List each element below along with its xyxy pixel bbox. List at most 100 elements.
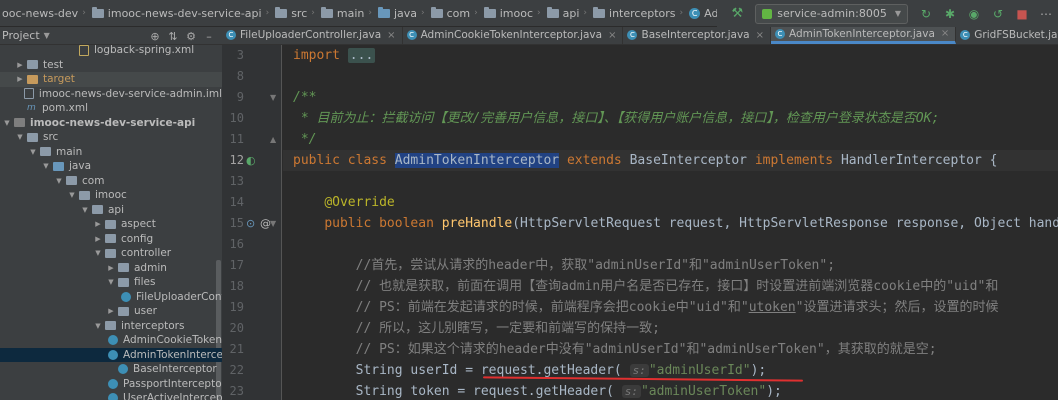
tree-item[interactable]: AdminCookieTokenInte [0, 333, 222, 348]
chevron-down-icon[interactable]: ▼ [106, 278, 116, 286]
java-class-icon: C [960, 30, 971, 40]
chevron-down-icon[interactable]: ▼ [54, 177, 64, 185]
folded-imports[interactable]: ... [347, 48, 376, 63]
coverage-icon[interactable]: ◉ [964, 4, 984, 24]
chevron-down-icon[interactable]: ▼ [93, 249, 103, 257]
tree-item-label: user [134, 305, 157, 318]
tree-item[interactable]: ▶ aspect [0, 217, 222, 232]
chevron-down-icon[interactable]: ▼ [44, 31, 50, 40]
folder-icon [66, 176, 77, 186]
tree-item[interactable]: logback-spring.xml [0, 45, 222, 58]
rerun-icon[interactable]: ↻ [916, 4, 936, 24]
profile-icon[interactable]: ↺ [988, 4, 1008, 24]
tree-item[interactable]: PassportInterceptor [0, 377, 222, 392]
tree-item[interactable]: ▼ api [0, 203, 222, 218]
tree-item-label: admin [134, 261, 167, 274]
build-hammer-icon[interactable]: ⚒ [727, 4, 747, 24]
editor-tabs: C FileUploaderController.java × C AdminCooki… [222, 27, 1058, 45]
fold-marker-icon[interactable]: ▼ [270, 87, 276, 108]
tree-item[interactable]: ▼ imooc [0, 188, 222, 203]
editor-tab[interactable]: C AdminTokenInterceptor.java × [771, 27, 957, 44]
close-tab-icon[interactable]: × [941, 28, 949, 39]
breadcrumb-item[interactable]: imooc › [480, 0, 543, 26]
editor-tab[interactable]: C AdminCookieTokenInterceptor.java × [403, 27, 624, 44]
chevron-down-icon[interactable]: ▼ [15, 133, 25, 141]
breadcrumb-item[interactable]: api › [543, 0, 589, 26]
hide-panel-icon[interactable]: – [200, 30, 218, 43]
chevron-right-icon[interactable]: ▶ [93, 235, 103, 243]
fold-marker-icon[interactable]: ▼ [270, 213, 276, 234]
breadcrumb-item[interactable]: src › [271, 0, 317, 26]
code-editor[interactable]: import ... /** * 目前为止：拦截访问【更改/完善用户信息，接口】… [283, 45, 1058, 400]
tree-item[interactable]: m pom.xml [0, 101, 222, 116]
tree-item[interactable]: imooc-news-dev-service-admin.iml [0, 87, 222, 102]
chevron-right-icon[interactable]: ▶ [15, 61, 25, 69]
tree-item[interactable]: ▼ main [0, 145, 222, 160]
breadcrumb-item[interactable]: java › [374, 0, 427, 26]
spring-boot-icon [762, 8, 773, 19]
tree-item-label: controller [121, 247, 172, 260]
chevron-down-icon[interactable]: ▼ [67, 191, 77, 199]
tree-item[interactable]: ▼ controller [0, 246, 222, 261]
chevron-down-icon[interactable]: ▼ [28, 148, 38, 156]
editor-tab[interactable]: CGridFSBucket.java× [956, 27, 1058, 44]
editor-tab[interactable]: C BaseInterceptor.java × [623, 27, 771, 44]
more-icon[interactable]: ⋯ [1036, 4, 1056, 24]
chevron-down-icon[interactable]: ▼ [41, 162, 51, 170]
tree-item[interactable]: ▶ admin [0, 261, 222, 276]
run-configuration-select[interactable]: service-admin:8005 ▼ [755, 3, 908, 24]
line-number: 19 [229, 300, 244, 314]
fold-marker-icon[interactable]: ▲ [270, 129, 276, 150]
chevron-right-icon[interactable]: ▶ [93, 220, 103, 228]
breadcrumb-item[interactable]: interceptors › [589, 0, 685, 26]
tree-item[interactable]: ▶ user [0, 304, 222, 319]
close-tab-icon[interactable]: × [387, 30, 395, 41]
line-number: 10 [229, 111, 244, 125]
breadcrumb-item[interactable]: main › [317, 0, 374, 26]
project-panel-title[interactable]: Project [2, 29, 40, 42]
tree-item[interactable]: UserActiveInterceptor [0, 391, 222, 400]
chevron-right-icon[interactable]: ▶ [15, 75, 25, 83]
close-tab-icon[interactable]: × [608, 30, 616, 41]
editor-tab[interactable]: C FileUploaderController.java × [222, 27, 403, 44]
line-number: 16 [229, 237, 244, 251]
tree-item[interactable]: ▶ target [0, 72, 222, 87]
java-class-icon: C [406, 30, 417, 40]
collapse-all-icon[interactable]: ⇅ [164, 30, 182, 43]
chevron-right-icon[interactable]: ▶ [106, 264, 116, 272]
tree-item[interactable]: ▶ test [0, 58, 222, 73]
tree-item[interactable]: FileUploaderControll [0, 290, 222, 305]
tree-item-label: UserActiveInterceptor [123, 392, 222, 400]
tree-item-label: pom.xml [42, 102, 89, 115]
project-tree[interactable]: logback-spring.xml ▶ test ▶ target imooc-news… [0, 45, 222, 400]
tree-item[interactable]: ▼ files [0, 275, 222, 290]
folder-icon [105, 248, 116, 258]
settings-gear-icon[interactable]: ⚙ [182, 30, 200, 43]
breadcrumb-item[interactable]: com › [427, 0, 480, 26]
locate-target-icon[interactable]: ⊕ [146, 30, 164, 43]
tree-item[interactable]: BaseInterceptor [0, 362, 222, 377]
tree-item[interactable]: AdminTokenInterceptor [0, 347, 222, 362]
chevron-down-icon[interactable]: ▼ [2, 119, 12, 127]
tree-item[interactable]: ▼ src [0, 130, 222, 145]
breadcrumb-item[interactable]: imooc-news-dev-service-api › [88, 0, 271, 26]
class-icon: C [689, 7, 701, 19]
editor-gutter[interactable]: ◐ ⊙ @ 3 8 9 10 11 12 13 14 15 16 17 18 19 20 21 22 23 ▼ ▲ ▼ [222, 45, 282, 400]
implementation-marker-icon[interactable]: ◐ [246, 150, 256, 171]
breadcrumb-item[interactable]: ooc-news-dev › [0, 0, 88, 26]
chevron-down-icon[interactable]: ▼ [93, 322, 103, 330]
chevron-down-icon[interactable]: ▼ [80, 206, 90, 214]
tree-item[interactable]: ▶ config [0, 232, 222, 247]
tree-item[interactable]: ▼ java [0, 159, 222, 174]
debug-bug-icon[interactable]: ✱ [940, 4, 960, 24]
close-tab-icon[interactable]: × [756, 30, 764, 41]
folder-icon [27, 132, 38, 142]
stop-icon[interactable]: ■ [1012, 4, 1032, 24]
tab-label: AdminTokenInterceptor.java [789, 27, 935, 40]
tree-item[interactable]: ▼ interceptors [0, 319, 222, 334]
code-line-15: public boolean preHandle(HttpServletRequ… [324, 216, 1058, 231]
chevron-right-icon[interactable]: ▶ [106, 307, 116, 315]
tree-item[interactable]: ▼ imooc-news-dev-service-api [0, 116, 222, 131]
override-marker-icon[interactable]: ⊙ [246, 213, 255, 234]
tree-item[interactable]: ▼ com [0, 174, 222, 189]
